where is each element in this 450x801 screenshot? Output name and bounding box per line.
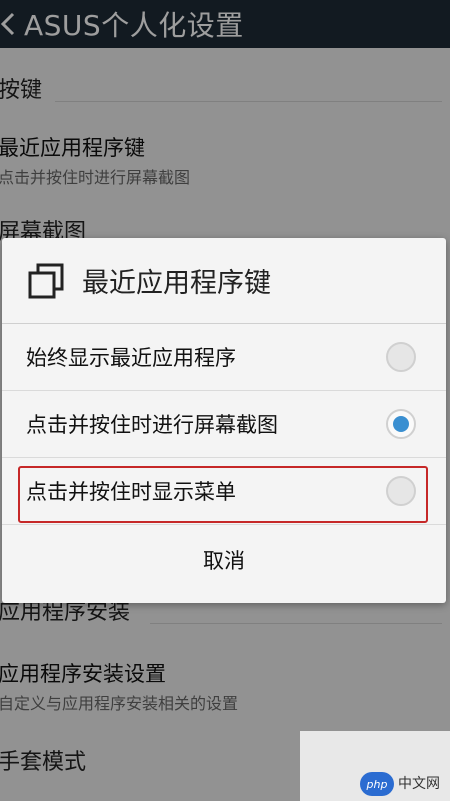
watermark-logo: php <box>360 772 394 796</box>
option-always-show-recent-apps[interactable]: 始终显示最近应用程序 <box>2 324 446 391</box>
radio-button-unselected[interactable] <box>386 342 416 372</box>
radio-button-selected[interactable] <box>386 409 416 439</box>
cancel-button[interactable]: 取消 <box>2 525 446 595</box>
dialog-title: 最近应用程序键 <box>82 268 271 299</box>
watermark-text: 中文网 <box>398 776 440 792</box>
recent-apps-icon <box>26 261 66 301</box>
option-long-press-show-menu[interactable]: 点击并按住时显示菜单 <box>2 458 446 525</box>
radio-button-unselected[interactable] <box>386 476 416 506</box>
recent-apps-key-dialog: 最近应用程序键 始终显示最近应用程序 点击并按住时进行屏幕截图 点击并按住时显示… <box>2 238 446 603</box>
dialog-header: 最近应用程序键 <box>2 238 446 323</box>
option-long-press-screenshot[interactable]: 点击并按住时进行屏幕截图 <box>2 391 446 458</box>
